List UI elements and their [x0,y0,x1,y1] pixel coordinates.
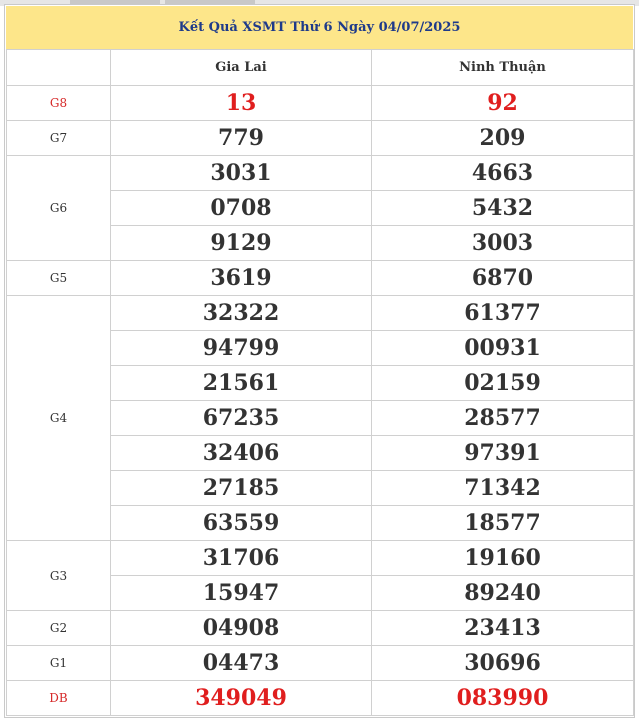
province-header[interactable]: Gia Lai [110,49,372,86]
prize-number: 32322 [110,295,372,331]
prize-number: 61377 [371,295,634,331]
prize-number: 30696 [371,645,634,681]
prize-label: G6 [6,155,111,261]
prize-number: 19160 [371,540,634,576]
prize-row-g1: G1 04473 30696 [6,645,634,681]
results-title: Kết Quả XSMT Thứ 6 Ngày 04/07/2025 [6,6,633,49]
prize-number: 779 [110,120,372,156]
prize-number: 89240 [371,575,634,611]
prize-number: 00931 [371,330,634,366]
jackpot-number: 349049 [110,680,372,716]
jackpot-number: 083990 [371,680,634,716]
prize-label: G1 [6,645,111,681]
prize-row-g7: G7 779 209 [6,120,634,156]
prize-label: G2 [6,610,111,646]
prize-label: G4 [6,295,111,541]
lottery-results-table: Gia Lai Ninh Thuận G8 13 92 G7 779 209 G… [6,49,634,716]
prize-label: G3 [6,540,111,611]
province-header-row: Gia Lai Ninh Thuận [6,49,634,86]
prize-number: 0708 [110,190,372,226]
prize-number: 92 [371,85,634,121]
prize-number: 71342 [371,470,634,506]
province-header[interactable]: Ninh Thuận [371,49,634,86]
prize-label: DB [6,680,111,716]
prize-number: 5432 [371,190,634,226]
prize-number: 21561 [110,365,372,401]
prize-row-g4: G4 32322 61377 [6,295,634,541]
prize-label: G8 [6,85,111,121]
prize-number: 23413 [371,610,634,646]
prize-row-g8: G8 13 92 [6,85,634,121]
prize-row-g2: G2 04908 23413 [6,610,634,646]
prize-number: 04473 [110,645,372,681]
prize-number: 13 [110,85,372,121]
prize-label: G5 [6,260,111,296]
prize-row-g5: G5 3619 6870 [6,260,634,296]
prize-row-g3: G3 31706 19160 [6,540,634,611]
prize-number: 04908 [110,610,372,646]
prize-number: 209 [371,120,634,156]
prize-number: 28577 [371,400,634,436]
prize-row-g6: G6 3031 4663 [6,155,634,261]
prize-number: 32406 [110,435,372,471]
prize-number: 3619 [110,260,372,296]
prize-number: 67235 [110,400,372,436]
prize-row-db: DB 349049 083990 [6,680,634,716]
prize-number: 3031 [110,155,372,191]
prize-number: 6870 [371,260,634,296]
prize-number: 4663 [371,155,634,191]
prize-number: 18577 [371,505,634,541]
prize-number: 9129 [110,225,372,261]
prize-number: 63559 [110,505,372,541]
prize-number: 3003 [371,225,634,261]
prize-column-header [6,49,111,86]
prize-number: 15947 [110,575,372,611]
prize-number: 97391 [371,435,634,471]
prize-number: 94799 [110,330,372,366]
prize-label: G7 [6,120,111,156]
prize-number: 31706 [110,540,372,576]
prize-number: 02159 [371,365,634,401]
prize-number: 27185 [110,470,372,506]
